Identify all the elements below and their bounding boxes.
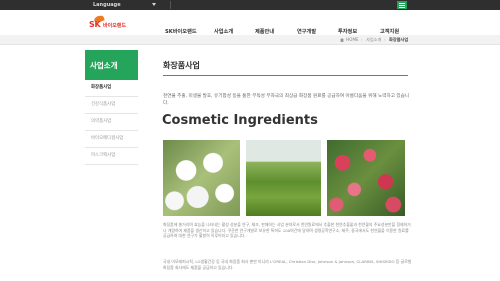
nav-item-support[interactable]: 고객지원 [380, 28, 399, 35]
home-icon[interactable] [340, 38, 344, 42]
breadcrumb-separator-icon: › [361, 37, 363, 42]
chevron-down-icon[interactable] [152, 3, 156, 6]
breadcrumb-separator-icon: › [384, 37, 386, 42]
pink-flowers-image [327, 140, 405, 216]
sidebar-item-pharma[interactable]: 의약품사업 [85, 114, 138, 131]
sidebar-item-biomedical[interactable]: 바이오메디컬사업 [85, 131, 138, 148]
tea-field-image [246, 140, 321, 216]
breadcrumb-current: 화장품사업 [389, 37, 409, 42]
sidebar-item-mask-pack[interactable]: 마스크팩사업 [85, 148, 138, 165]
breadcrumb: HOME › 사업소개 › 화장품사업 [0, 35, 500, 45]
sidebar-menu: 화장품사업 건강식품사업 의약품사업 바이오메디컬사업 마스크팩사업 [85, 80, 138, 165]
site-header: SK 바이오랜드 SK바이오랜드 사업소개 제품안내 연구개발 투자정보 고객지… [0, 10, 500, 35]
sidebar-item-health-food[interactable]: 건강식품사업 [85, 97, 138, 114]
nav-item-business[interactable]: 사업소개 [214, 28, 233, 35]
divider [170, 1, 171, 9]
language-selector[interactable]: Language [93, 1, 121, 9]
breadcrumb-business[interactable]: 사업소개 [366, 37, 381, 43]
nav-item-investor[interactable]: 투자정보 [338, 28, 357, 35]
sidebar-title-text: 사업소개 [90, 61, 118, 70]
sidebar-item-cosmetics[interactable]: 화장품사업 [85, 80, 138, 97]
logo-brand-text: 바이오랜드 [103, 23, 127, 29]
breadcrumb-home[interactable]: HOME [346, 37, 359, 42]
white-flowers-image [163, 140, 240, 216]
body-paragraph: 국내 아모레퍼시픽, LG생활건강 등 국내 화장품 회사 뿐만 아니라 L'O… [163, 259, 412, 270]
body-paragraph: 화장품에 쓸거리며 효능을 나타내는 활성 성분을 연구, 제조, 판매하는 사… [163, 222, 411, 239]
section-heading: Cosmetic Ingredients [162, 113, 318, 128]
title-divider [163, 75, 408, 76]
nav-item-sk-bioland[interactable]: SK바이오랜드 [165, 28, 197, 35]
top-utility-bar: Language [0, 0, 500, 10]
nav-item-research[interactable]: 연구개발 [297, 28, 316, 35]
intro-text: 천연물 추출, 미생물 발효, 유기합성 등을 통한 무독성 무자극의 최상급 … [163, 94, 410, 106]
logo-sk-text: SK [89, 20, 101, 29]
nav-item-products[interactable]: 제품안내 [255, 28, 274, 35]
hamburger-icon[interactable] [397, 1, 407, 9]
sidebar-title: 사업소개 [85, 50, 138, 80]
page-title: 화장품사업 [163, 61, 200, 70]
